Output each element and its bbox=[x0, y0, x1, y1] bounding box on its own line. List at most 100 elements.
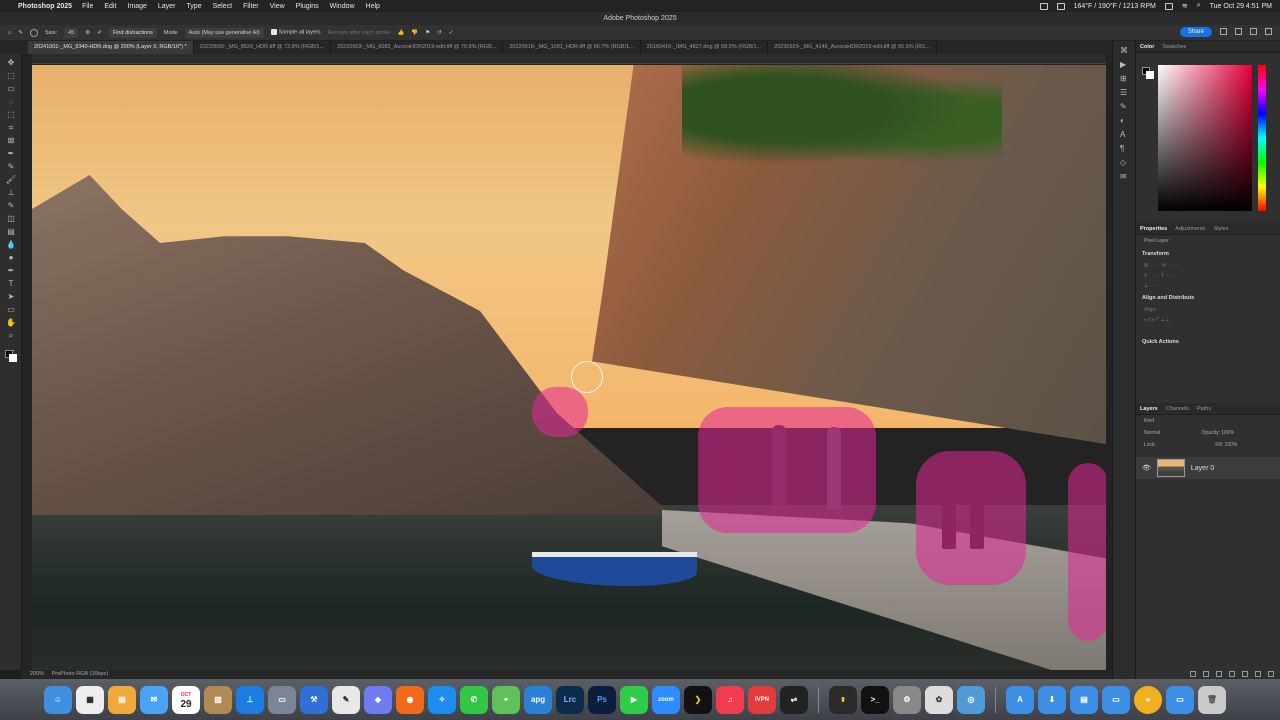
fill-input[interactable]: 100% bbox=[1225, 442, 1238, 448]
script-editor-icon[interactable]: ✎ bbox=[332, 685, 360, 714]
zoom-tool-icon[interactable]: ⌕ bbox=[5, 331, 17, 340]
thumbs-down-icon[interactable]: 👎 bbox=[411, 30, 418, 36]
history-brush-icon[interactable]: ✎ bbox=[5, 201, 17, 210]
menu-help[interactable]: Help bbox=[366, 3, 380, 10]
size-input[interactable]: 45 bbox=[64, 27, 79, 38]
crop-tool-icon[interactable]: ⌗ bbox=[5, 123, 17, 132]
document-canvas[interactable] bbox=[32, 65, 1106, 670]
tab-adjustments[interactable]: Adjustments bbox=[1175, 226, 1205, 232]
fx-icon[interactable] bbox=[1203, 671, 1209, 677]
adjustments-icon[interactable]: ◐ bbox=[1120, 117, 1130, 125]
search-icon[interactable] bbox=[1250, 28, 1257, 35]
sensor-readout[interactable]: 164°F / 190°F / 1213 RPM bbox=[1074, 3, 1156, 10]
align-distribute-section[interactable]: Align and Distribute bbox=[1136, 291, 1280, 305]
eyedropper-tool-icon[interactable]: ✒ bbox=[5, 149, 17, 158]
preview-icon[interactable]: ▭ bbox=[268, 685, 296, 714]
quick-actions-section[interactable]: Quick Actions bbox=[1136, 335, 1280, 349]
blur-tool-icon[interactable]: 💧 bbox=[5, 240, 17, 249]
battery-monitor-icon[interactable]: ▮ bbox=[829, 685, 857, 714]
history-icon[interactable]: ⌘ bbox=[1120, 47, 1130, 55]
type-tool-icon[interactable]: T bbox=[5, 279, 17, 288]
menu-edit[interactable]: Edit bbox=[104, 3, 116, 10]
document-tab[interactable]: 20220506-_MG_8526_HDR.tiff @ 72.8% (RGB/… bbox=[194, 41, 332, 54]
sharing-icon[interactable]: ✿ bbox=[925, 685, 953, 714]
shape-tool-icon[interactable]: ▭ bbox=[5, 305, 17, 314]
menu-image[interactable]: Image bbox=[127, 3, 146, 10]
home-icon[interactable]: ⌂ bbox=[8, 30, 11, 36]
document-tab[interactable]: 20241001-_MG_9340-HDR.dng @ 200% (Layer … bbox=[28, 41, 194, 54]
eye-icon[interactable]: 👁 bbox=[1142, 464, 1151, 472]
trash-icon[interactable] bbox=[1268, 671, 1274, 677]
ivpn-icon[interactable]: IVPN bbox=[748, 685, 776, 714]
messages-icon[interactable]: ✆ bbox=[460, 685, 488, 714]
flag-icon[interactable]: ⚑ bbox=[425, 30, 430, 36]
tab-paths[interactable]: Paths bbox=[1197, 406, 1211, 412]
pen-tool-icon[interactable]: ✒ bbox=[5, 266, 17, 275]
files-icon[interactable]: ▤ bbox=[108, 685, 136, 714]
hand-tool-icon[interactable]: ✋ bbox=[5, 318, 17, 327]
filter-kind-select[interactable]: Kind bbox=[1136, 415, 1280, 427]
thumbs-up-icon[interactable]: 👍 bbox=[397, 30, 404, 36]
battery-icon[interactable] bbox=[1164, 2, 1173, 10]
layer-row[interactable]: 👁 Layer 0 bbox=[1136, 457, 1280, 479]
document-tab[interactable]: 20160416-_IMG_4827.dng @ 68.9% (RGB/1... bbox=[641, 41, 769, 54]
tab-layers[interactable]: Layers bbox=[1140, 406, 1158, 412]
app-menu[interactable]: Photoshop 2025 bbox=[18, 3, 72, 10]
gradient-tool-icon[interactable]: ▤ bbox=[5, 227, 17, 236]
keynote-icon[interactable]: ⊥ bbox=[236, 685, 264, 714]
brush-tool-icon[interactable]: 🖌 bbox=[5, 175, 17, 184]
tab-styles[interactable]: Styles bbox=[1213, 226, 1228, 232]
artboard-tool-icon[interactable]: ⬚ bbox=[5, 71, 17, 80]
distraction-mask[interactable] bbox=[698, 407, 876, 533]
brush-preset-icon[interactable] bbox=[29, 28, 38, 37]
menu-file[interactable]: File bbox=[82, 3, 93, 10]
notes-icon[interactable]: ▧ bbox=[204, 685, 232, 714]
hue-slider[interactable] bbox=[1258, 65, 1266, 211]
applications-folder-icon[interactable]: A bbox=[1006, 685, 1034, 714]
pen-pressure-icon[interactable]: ✐ bbox=[97, 30, 102, 36]
remove-after-stroke-checkbox[interactable]: Remove after each stroke bbox=[327, 30, 390, 36]
apg-icon[interactable]: apg bbox=[524, 685, 552, 714]
blend-mode-select[interactable]: Normal bbox=[1144, 430, 1160, 436]
wifi-icon[interactable]: ≋ bbox=[1182, 2, 1188, 10]
firefox-icon[interactable]: ◉ bbox=[396, 685, 424, 714]
background-color-swatch[interactable] bbox=[1146, 71, 1154, 79]
workspace-icon[interactable] bbox=[1265, 28, 1272, 35]
eraser-tool-icon[interactable]: ◫ bbox=[5, 214, 17, 223]
terminal-icon[interactable]: >_ bbox=[861, 685, 889, 714]
music-icon[interactable]: ♫ bbox=[716, 685, 744, 714]
documents-folder-icon[interactable]: ▤ bbox=[1070, 685, 1098, 714]
tab-color[interactable]: Color bbox=[1140, 44, 1154, 50]
distraction-mask[interactable] bbox=[916, 451, 1026, 585]
distraction-mask[interactable] bbox=[1068, 463, 1106, 641]
dodge-tool-icon[interactable]: ● bbox=[5, 253, 17, 262]
distraction-mask[interactable] bbox=[532, 387, 588, 437]
browser-icon[interactable]: ◎ bbox=[957, 685, 985, 714]
remove-tool-icon[interactable]: ✎ bbox=[5, 162, 17, 171]
document-tab[interactable]: 20220918-_MG_1091_HDR.tiff @ 66.7% (RGB/… bbox=[503, 41, 641, 54]
move-tool-icon[interactable]: ✥ bbox=[5, 58, 17, 67]
menu-select[interactable]: Select bbox=[213, 3, 232, 10]
finder-icon[interactable]: ☺ bbox=[44, 685, 72, 714]
actions-icon[interactable]: ▶ bbox=[1120, 61, 1130, 69]
commit-icon[interactable]: ✓ bbox=[449, 30, 454, 36]
align-buttons[interactable]: ⫷ ⫼ ⫸ ⊤ ⊥ ⊥ bbox=[1136, 315, 1280, 325]
zoom-icon[interactable]: zoom bbox=[652, 685, 680, 714]
status-icon[interactable] bbox=[1039, 2, 1048, 10]
menu-view[interactable]: View bbox=[270, 3, 285, 10]
downloads-folder-icon[interactable]: ⬇ bbox=[1038, 685, 1066, 714]
tab-channels[interactable]: Channels bbox=[1166, 406, 1189, 412]
frame-tool-icon[interactable]: ⊠ bbox=[5, 136, 17, 145]
settings-icon[interactable]: ⚙ bbox=[893, 685, 921, 714]
share-button[interactable]: Share bbox=[1179, 27, 1212, 37]
search-icon[interactable]: ⌕ bbox=[1197, 2, 1201, 10]
safari-icon[interactable]: ✧ bbox=[428, 685, 456, 714]
layer-name[interactable]: Layer 0 bbox=[1191, 465, 1214, 472]
sample-all-layers-checkbox[interactable]: Sample all layers bbox=[270, 29, 320, 36]
mail-icon[interactable]: ✉ bbox=[140, 685, 168, 714]
character-icon[interactable]: A bbox=[1120, 131, 1130, 139]
opacity-input[interactable]: 100% bbox=[1221, 430, 1234, 436]
help-icon[interactable] bbox=[1235, 28, 1242, 35]
tab-properties[interactable]: Properties bbox=[1140, 226, 1167, 232]
transform-section[interactable]: Transform bbox=[1136, 247, 1280, 261]
